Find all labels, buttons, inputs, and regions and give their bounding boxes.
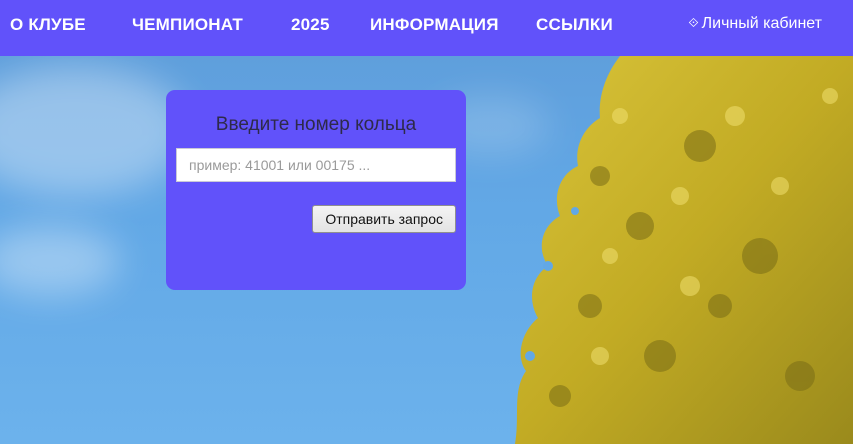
submit-request-button[interactable]: Отправить запрос	[312, 205, 456, 233]
nav-item-championship[interactable]: ЧЕМПИОНАТ	[132, 15, 243, 35]
top-navigation-bar: О КЛУБЕ ЧЕМПИОНАТ 2025 ИНФОРМАЦИЯ ССЫЛКИ…	[0, 0, 853, 56]
ring-search-title: Введите номер кольца	[215, 114, 417, 135]
nav-item-links[interactable]: ССЫЛКИ	[536, 15, 613, 35]
nav-item-information[interactable]: ИНФОРМАЦИЯ	[370, 15, 499, 35]
personal-account-label: Личный кабинет	[701, 15, 822, 32]
page: О КЛУБЕ ЧЕМПИОНАТ 2025 ИНФОРМАЦИЯ ССЫЛКИ…	[0, 0, 853, 444]
nav-item-about-club[interactable]: О КЛУБЕ	[10, 15, 86, 35]
nav-item-2025[interactable]: 2025	[291, 15, 330, 35]
ring-number-input[interactable]	[176, 148, 456, 182]
diamond-key-icon: ⟐	[688, 15, 699, 30]
ring-search-card: Введите номер кольца Отправить запрос	[166, 90, 466, 290]
personal-account-link[interactable]: ⟐ Личный кабинет	[688, 15, 822, 33]
